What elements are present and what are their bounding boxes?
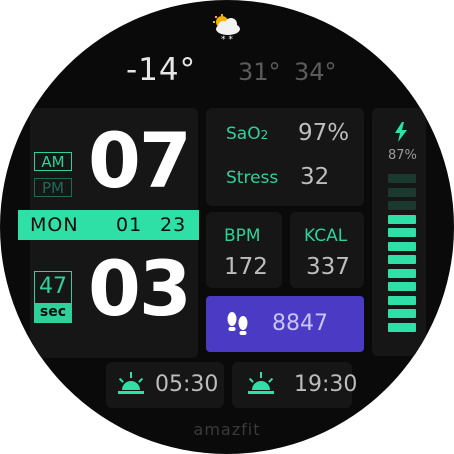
battery-segment (388, 282, 416, 291)
seconds-box: 47 sec (34, 271, 72, 323)
footprints-icon (227, 312, 248, 335)
am-indicator: AM (34, 152, 72, 171)
steps-value: 8847 (272, 311, 328, 336)
date-bar: MON 01 23 (18, 210, 199, 240)
battery-segment (388, 268, 416, 278)
svg-text:* *: * * (221, 35, 233, 42)
sunrise-icon (118, 372, 144, 394)
minute-display: 03 (88, 244, 192, 333)
month: 01 (116, 214, 143, 236)
seconds-label: sec (35, 303, 71, 322)
low-temperature: 31° (238, 58, 281, 86)
battery-segment (388, 241, 416, 251)
stress-value: 32 (300, 164, 330, 190)
sunset-time: 19:30 (294, 372, 358, 397)
bpm-label: BPM (224, 226, 261, 246)
battery-percent: 87% (388, 148, 417, 163)
high-temperature: 34° (294, 58, 337, 86)
kcal-value: 337 (306, 254, 350, 280)
sao2-value: 97% (298, 120, 350, 146)
sunset-icon (248, 372, 274, 394)
pm-indicator: PM (34, 178, 72, 197)
lightning-icon (395, 122, 407, 142)
hour-display: 07 (88, 116, 192, 205)
battery-segment (388, 214, 416, 224)
watch-face: * * -14° 31° 34° AM PM 07 MON 01 23 47 s… (0, 0, 454, 454)
battery-segment (388, 174, 416, 183)
cloud-snow-icon: * * (213, 14, 240, 42)
steps-widget[interactable]: 8847 (206, 296, 364, 352)
battery-segment (388, 228, 416, 237)
battery-segment (388, 309, 416, 318)
sunrise-time: 05:30 (155, 372, 219, 397)
current-temperature: -14° (126, 52, 197, 88)
brand-logo: amazfit (193, 420, 261, 439)
battery-segment (388, 201, 416, 210)
sao2-label: SaO2 (226, 124, 269, 144)
weekday: MON (30, 214, 79, 236)
battery-segment (388, 322, 416, 332)
battery-segment (388, 187, 416, 197)
battery-segment (388, 295, 416, 305)
stress-label: Stress (226, 168, 279, 188)
bpm-value: 172 (224, 254, 268, 280)
seconds-value: 47 (39, 274, 67, 299)
kcal-label: KCAL (304, 226, 348, 246)
day: 23 (160, 214, 187, 236)
battery-segment (388, 255, 416, 264)
